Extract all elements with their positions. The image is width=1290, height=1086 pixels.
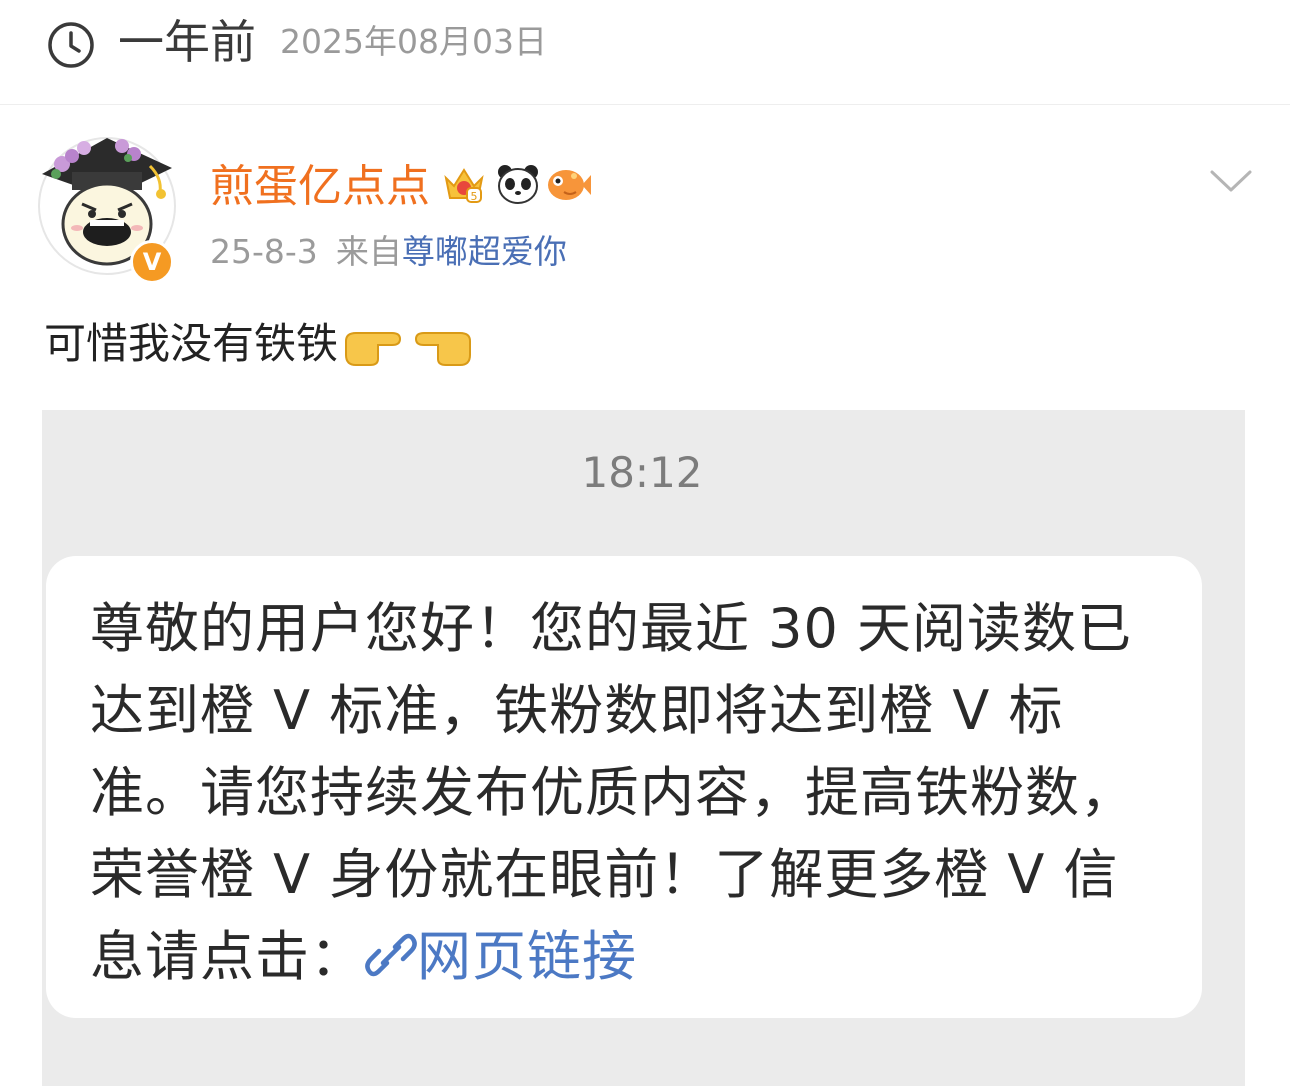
panda-badge-icon[interactable] bbox=[494, 160, 542, 208]
post-meta: 25-8-3 来自尊嘟超爱你 bbox=[210, 230, 567, 274]
verified-badge: V bbox=[130, 240, 174, 284]
source-prefix: 来自 bbox=[335, 232, 402, 271]
source-app-link[interactable]: 尊嘟超爱你 bbox=[402, 232, 567, 271]
sms-web-link[interactable]: 网页链接 bbox=[365, 925, 637, 988]
sms-bubble: 尊敬的用户您好！您的最近 30 天阅读数已达到橙 V 标准，铁粉数即将达到橙 V… bbox=[46, 556, 1202, 1018]
sms-body: 尊敬的用户您好！您的最近 30 天阅读数已达到橙 V 标准，铁粉数即将达到橙 V… bbox=[90, 588, 1170, 998]
weibo-post-page: 一年前 2025年08月03日 V 煎蛋亿点点 5 25-8-3 来自尊嘟超爱你… bbox=[0, 0, 1290, 1086]
memory-bar: 一年前 2025年08月03日 bbox=[0, 0, 1290, 105]
svg-text:5: 5 bbox=[471, 190, 478, 203]
post-timestamp: 25-8-3 bbox=[210, 232, 318, 271]
chevron-down-icon[interactable] bbox=[1208, 166, 1254, 196]
sms-time: 18:12 bbox=[581, 448, 703, 497]
post-text-content: 可惜我没有铁铁 bbox=[44, 319, 339, 368]
fish-badge-icon[interactable] bbox=[544, 160, 592, 208]
crown-badge-icon[interactable]: 5 bbox=[440, 160, 488, 208]
attached-image[interactable]: 18:12 尊敬的用户您好！您的最近 30 天阅读数已达到橙 V 标准，铁粉数即… bbox=[42, 410, 1245, 1086]
pointing-left-emoji bbox=[415, 331, 472, 366]
link-icon bbox=[365, 933, 417, 977]
pointing-right-emoji bbox=[345, 331, 402, 366]
username[interactable]: 煎蛋亿点点 bbox=[210, 160, 430, 214]
memory-date: 2025年08月03日 bbox=[280, 22, 547, 61]
post-text: 可惜我没有铁铁 bbox=[44, 316, 474, 372]
clock-icon bbox=[48, 22, 94, 68]
relative-time: 一年前 bbox=[118, 15, 256, 69]
sms-link-text: 网页链接 bbox=[417, 925, 637, 988]
